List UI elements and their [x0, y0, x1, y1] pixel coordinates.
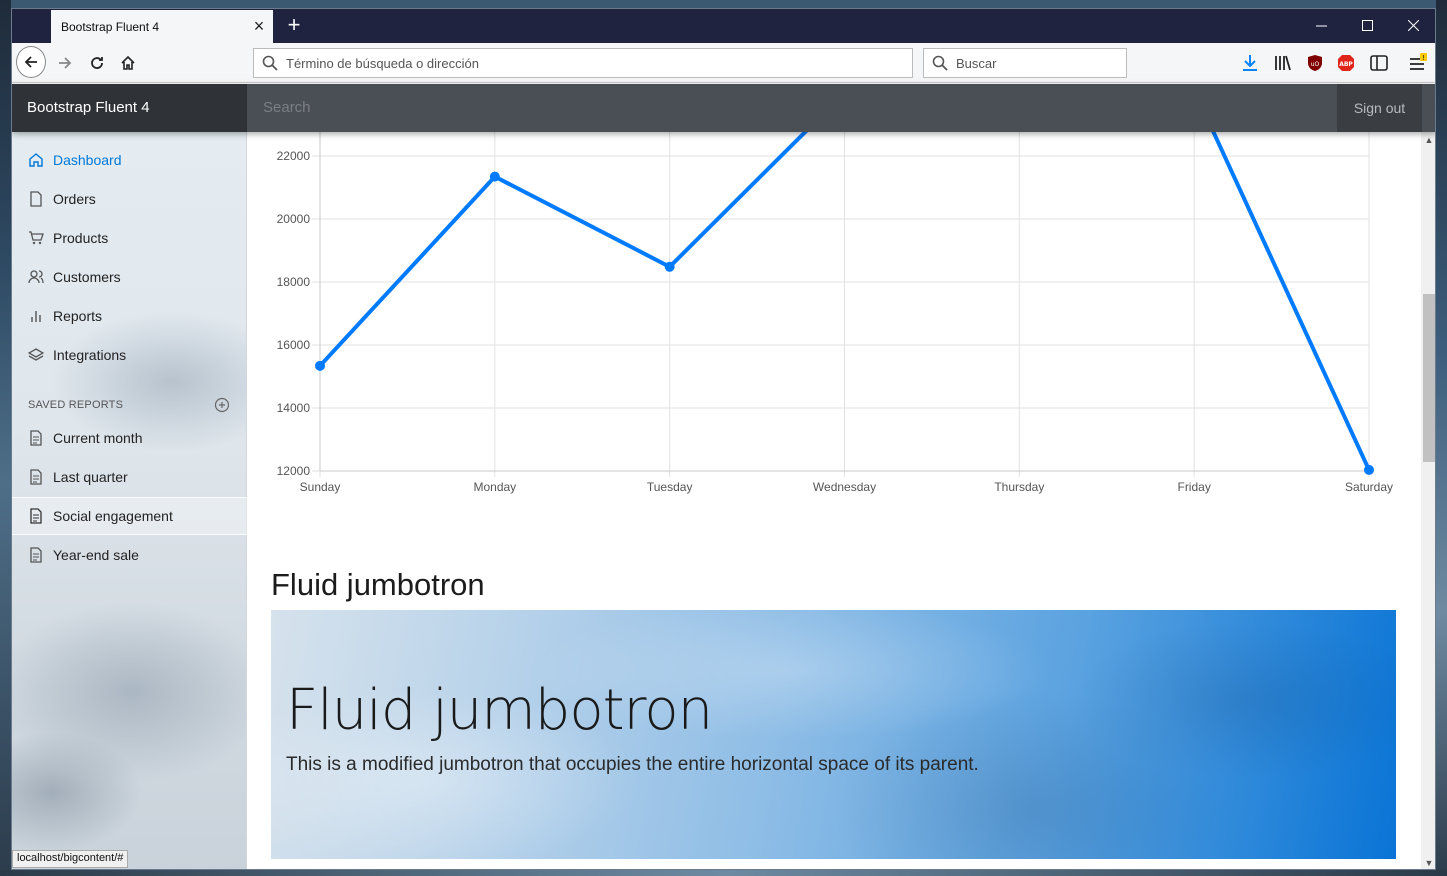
x-tick-label: Saturday	[1345, 480, 1393, 494]
y-tick-label: 20000	[277, 212, 311, 226]
file-text-icon	[30, 547, 42, 563]
saved-report-last-quarter[interactable]: Last quarter	[12, 458, 247, 496]
forward-arrow-icon[interactable]	[50, 48, 80, 78]
sidebar-item-label: Social engagement	[53, 508, 173, 524]
sidebar-item-orders[interactable]: Orders	[12, 180, 247, 218]
url-bar[interactable]: Término de búsqueda o dirección	[253, 48, 913, 78]
x-tick-label: Friday	[1177, 480, 1210, 494]
browser-titlebar: Bootstrap Fluent 4 × +	[12, 9, 1435, 43]
x-tick-label: Thursday	[994, 480, 1044, 494]
sidebar-item-reports[interactable]: Reports	[12, 297, 247, 335]
file-text-icon	[30, 469, 42, 485]
home-icon[interactable]	[113, 48, 143, 78]
ublock-icon[interactable]: uO	[1305, 53, 1325, 73]
download-icon[interactable]	[1240, 53, 1260, 73]
bar-chart-icon	[31, 311, 41, 322]
file-text-icon	[30, 508, 42, 524]
desktop-wallpaper-bottom	[0, 870, 1447, 876]
sidebar-item-label: Orders	[53, 191, 96, 207]
home-icon	[29, 153, 43, 167]
page-scrollbar[interactable]: ▲ ▼	[1421, 132, 1435, 869]
menu-icon[interactable]: !	[1408, 53, 1428, 73]
sidebar-item-products[interactable]: Products	[12, 219, 247, 257]
data-point	[664, 261, 675, 272]
scroll-up-icon[interactable]: ▲	[1421, 132, 1435, 148]
file-text-icon	[30, 430, 42, 446]
scrollbar-thumb[interactable]	[1423, 294, 1435, 462]
saved-report-current-month[interactable]: Current month	[12, 419, 247, 457]
close-window-icon[interactable]	[1390, 9, 1435, 43]
plus-circle-icon[interactable]	[214, 397, 230, 418]
y-tick-label: 18000	[277, 275, 311, 289]
data-point	[1364, 464, 1374, 475]
back-button[interactable]	[16, 46, 46, 78]
fluid-jumbotron: Fluid jumbotron This is a modified jumbo…	[271, 610, 1396, 859]
web-app: Bootstrap Fluent 4 Search Sign out Dashb…	[12, 84, 1435, 869]
saved-report-social-engagement[interactable]: Social engagement	[12, 497, 247, 535]
x-tick-label: Sunday	[300, 480, 341, 494]
y-tick-label: 12000	[277, 464, 311, 478]
minimize-icon[interactable]	[1298, 9, 1344, 43]
sign-out-button[interactable]: Sign out	[1337, 84, 1422, 132]
adblock-plus-icon[interactable]: ABP	[1336, 53, 1356, 73]
scroll-down-icon[interactable]: ▼	[1421, 855, 1435, 869]
sidebar-item-label: Products	[53, 230, 109, 246]
sidebar-item-label: Year-end sale	[53, 547, 139, 563]
sidebar-item-label: Last quarter	[53, 469, 128, 485]
data-point	[315, 360, 325, 371]
shopping-cart-icon	[29, 231, 44, 245]
app-header: Bootstrap Fluent 4 Search Sign out	[12, 84, 1435, 132]
sidebar: Dashboard Orders Products Customers Repo…	[12, 132, 247, 869]
sidebar-item-customers[interactable]: Customers	[12, 258, 247, 296]
jumbotron-lead: This is a modified jumbotron that occupi…	[286, 754, 979, 775]
x-tick-label: Wednesday	[813, 480, 876, 494]
sidebar-item-integrations[interactable]: Integrations	[12, 336, 247, 374]
url-placeholder: Término de búsqueda o dirección	[286, 55, 479, 71]
back-arrow-icon	[16, 46, 46, 78]
brand-title[interactable]: Bootstrap Fluent 4	[12, 84, 247, 132]
sidebar-item-dashboard[interactable]: Dashboard	[12, 141, 247, 179]
sidebar-item-label: Reports	[53, 308, 103, 324]
x-tick-label: Monday	[473, 480, 516, 494]
browser-tab[interactable]: Bootstrap Fluent 4 ×	[51, 10, 273, 43]
file-icon	[30, 191, 42, 207]
tab-close-icon[interactable]: ×	[245, 16, 273, 37]
desktop-wallpaper-left	[0, 0, 11, 876]
saved-reports-heading: SAVED REPORTS	[28, 399, 124, 411]
users-icon	[28, 270, 44, 284]
sidebar-item-label: Dashboard	[53, 152, 122, 168]
browser-window: Bootstrap Fluent 4 × + Término de búsque…	[11, 8, 1436, 870]
main-content: 12000 14000 16000 18000 20000 22000 Sunday Mond…	[247, 132, 1421, 869]
sales-line-chart: 12000 14000 16000 18000 20000 22000 Sunday Mond…	[277, 132, 1393, 494]
desktop-wallpaper-right	[1436, 0, 1447, 876]
svg-text:ABP: ABP	[1339, 61, 1353, 68]
svg-text:!: !	[1422, 54, 1425, 62]
browser-search-field[interactable]: Buscar	[923, 48, 1127, 78]
search-icon	[932, 55, 948, 71]
app-search-input[interactable]: Search	[247, 84, 1337, 132]
y-tick-label: 16000	[277, 338, 311, 352]
search-placeholder: Buscar	[956, 55, 997, 71]
tab-title: Bootstrap Fluent 4	[61, 19, 160, 34]
sidebar-item-label: Current month	[53, 430, 143, 446]
reload-icon[interactable]	[82, 48, 112, 78]
saved-report-year-end-sale[interactable]: Year-end sale	[12, 536, 247, 574]
layers-icon	[28, 348, 44, 361]
y-tick-label: 14000	[277, 401, 311, 415]
sidebar-item-label: Customers	[53, 269, 121, 285]
section-title: Fluid jumbotron	[271, 567, 485, 602]
sidebar-item-label: Integrations	[53, 347, 127, 363]
data-point	[489, 171, 500, 182]
svg-text:uO: uO	[1311, 61, 1320, 68]
jumbotron-title: Fluid jumbotron	[286, 678, 713, 743]
status-url: localhost/bigcontent/#	[12, 850, 129, 868]
y-tick-label: 22000	[277, 149, 311, 163]
browser-toolbar: Término de búsqueda o dirección Buscar u…	[12, 43, 1435, 83]
new-tab-icon[interactable]: +	[282, 13, 306, 39]
sidebar-toggle-icon[interactable]	[1369, 53, 1389, 73]
maximize-icon[interactable]	[1344, 9, 1390, 43]
search-icon	[262, 55, 278, 71]
library-icon[interactable]	[1273, 53, 1293, 73]
x-tick-label: Tuesday	[647, 480, 693, 494]
